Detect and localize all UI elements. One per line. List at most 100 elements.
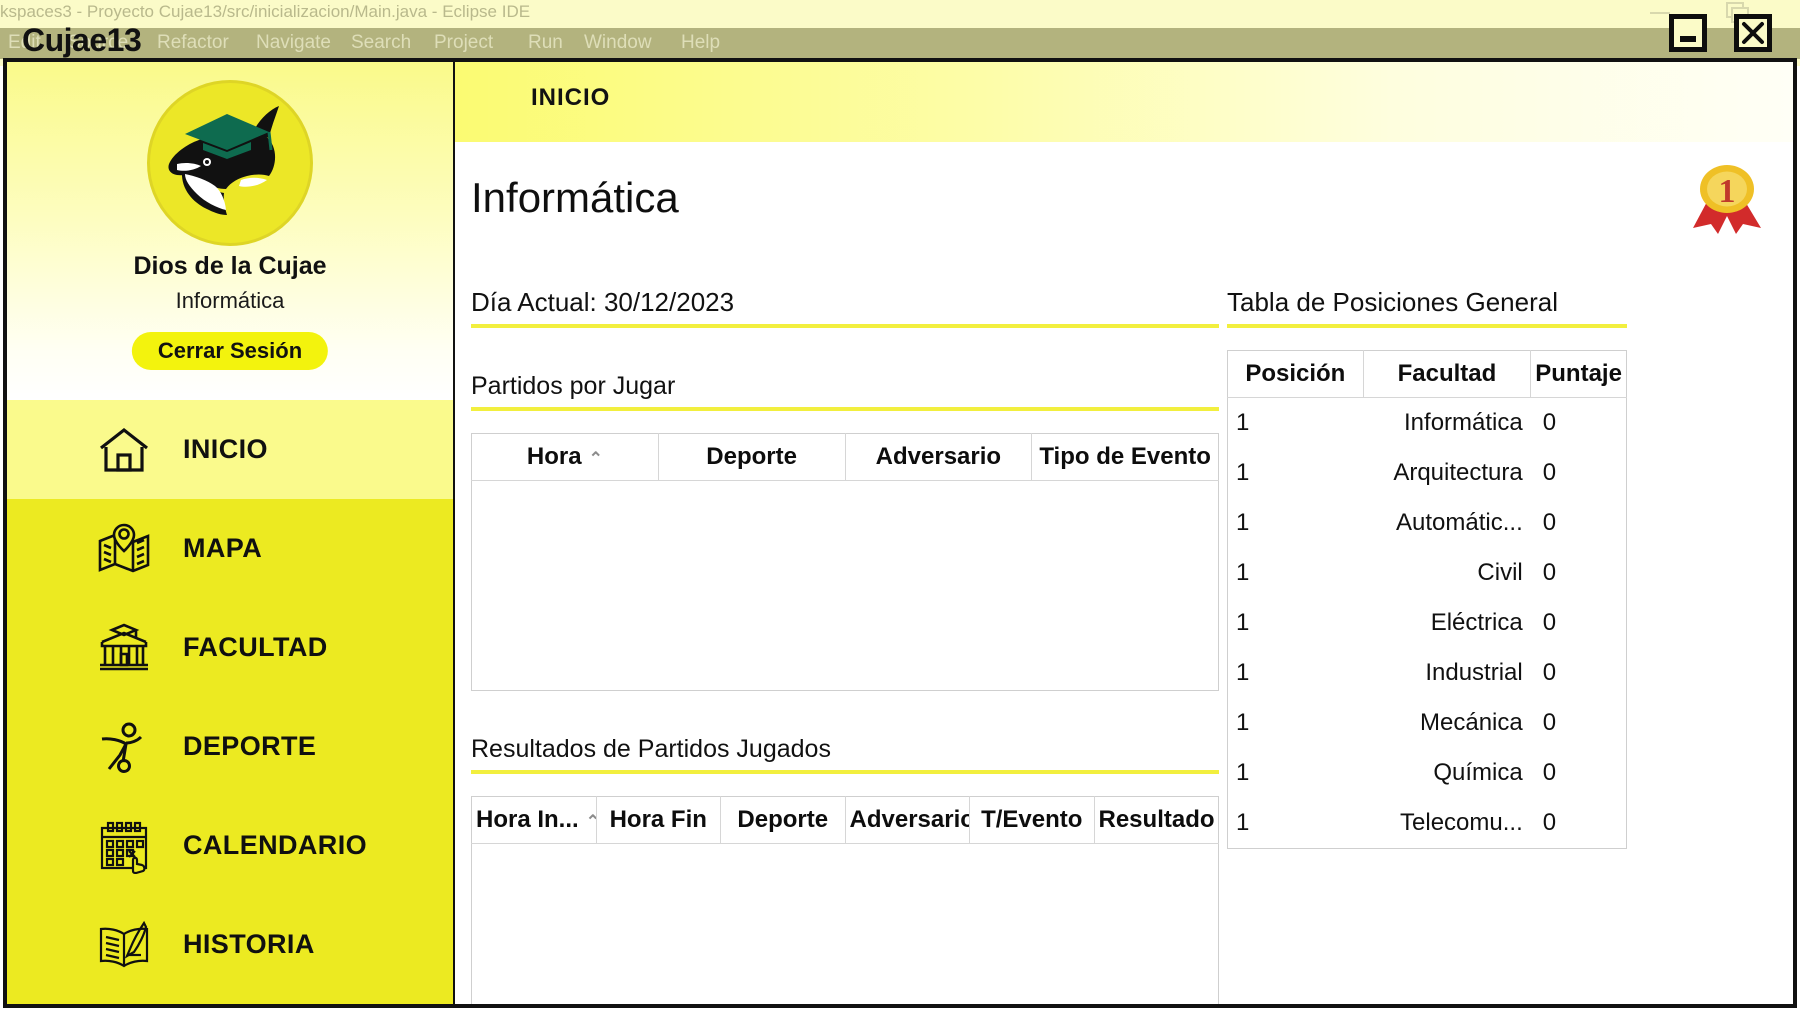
- first-place-medal-icon: 1: [1685, 162, 1769, 234]
- cell-facultad: Civil: [1477, 559, 1523, 586]
- pending-matches-empty-body[interactable]: [471, 481, 1219, 691]
- cell-posicion: 1: [1236, 509, 1250, 536]
- sidebar-item-deporte[interactable]: DEPORTE: [7, 697, 453, 796]
- sidebar-item-label: FACULTAD: [183, 632, 328, 662]
- sport-icon: [93, 716, 155, 778]
- cell-facultad: Eléctrica: [1430, 609, 1523, 636]
- cell-posicion: 1: [1236, 559, 1250, 586]
- building-icon: [93, 617, 155, 679]
- cell-facultad: Informática: [1404, 409, 1523, 436]
- cell-puntaje: 0: [1542, 609, 1557, 636]
- cell-puntaje: 0: [1542, 459, 1557, 486]
- cell-posicion: 1: [1236, 609, 1250, 636]
- logout-button[interactable]: Cerrar Sesión: [131, 332, 329, 370]
- cell-posicion: 1: [1236, 809, 1250, 836]
- cell-puntaje: 0: [1542, 759, 1557, 786]
- cell-facultad: Industrial: [1425, 659, 1523, 686]
- current-day-label: Día Actual: 30/12/2023: [471, 287, 735, 317]
- cell-posicion: 1: [1236, 759, 1250, 786]
- table-row[interactable]: 1 Civil 0: [1228, 548, 1627, 598]
- right-column: Tabla de Posiciones General Posición Fac…: [1227, 287, 1627, 849]
- cell-posicion: 1: [1236, 459, 1250, 486]
- sidebar-item-inicio[interactable]: INICIO: [7, 400, 453, 499]
- col-header-hora-fin[interactable]: Hora Fin: [596, 796, 721, 844]
- cell-puntaje: 0: [1542, 809, 1557, 836]
- sort-ascending-icon: ⌃: [588, 449, 603, 468]
- table-row[interactable]: 1 Química 0: [1228, 748, 1627, 798]
- cell-facultad: Química: [1433, 759, 1523, 786]
- col-header-tipo-evento[interactable]: Tipo de Evento: [1031, 433, 1219, 481]
- book-icon: [93, 914, 155, 976]
- col-header-posicion[interactable]: Posición: [1227, 350, 1364, 398]
- col-header-adversario[interactable]: Adversario: [845, 796, 970, 844]
- standings-section-title: Tabla de Posiciones General: [1227, 287, 1558, 317]
- col-header-tipo-evento[interactable]: T/Evento: [969, 796, 1095, 844]
- standings-table[interactable]: Posición Facultad Puntaje 1 Informática 0 1…: [1227, 350, 1627, 849]
- cell-facultad: Arquitectura: [1393, 459, 1523, 486]
- pending-section-title: Partidos por Jugar: [471, 372, 676, 400]
- col-header-hora[interactable]: Hora ⌃: [471, 433, 659, 481]
- left-column: Día Actual: 30/12/2023 Partidos por Juga…: [471, 287, 1219, 1004]
- profile-name: Dios de la Cujae: [133, 252, 327, 280]
- col-header-puntaje[interactable]: Puntaje: [1530, 350, 1627, 398]
- cell-facultad: Telecomu...: [1400, 809, 1523, 836]
- sidebar-item-label: INICIO: [183, 434, 268, 464]
- table-header-row: Hora In...⌃ Hora Fin Deporte Adversario …: [471, 796, 1219, 844]
- sidebar: Dios de la Cujae Informática Cerrar Sesi…: [7, 62, 453, 1004]
- table-row[interactable]: 1 Telecomu... 0: [1228, 798, 1627, 849]
- table-header-row: Hora ⌃ Deporte Adversario Tipo de Evento: [471, 433, 1219, 481]
- sidebar-item-historia[interactable]: HISTORIA: [7, 895, 453, 994]
- minimize-icon: [1680, 35, 1696, 42]
- col-header-adversario[interactable]: Adversario: [845, 433, 1033, 481]
- table-row[interactable]: 1 Industrial 0: [1228, 648, 1627, 698]
- col-header-resultado[interactable]: Resultado: [1094, 796, 1219, 844]
- col-header-hora-inicio[interactable]: Hora In...⌃: [471, 796, 597, 844]
- orca-graduate-logo-icon: [168, 106, 279, 215]
- pending-matches-table[interactable]: Hora ⌃ Deporte Adversario Tipo de Evento: [471, 433, 1219, 481]
- results-section-title: Resultados de Partidos Jugados: [471, 735, 831, 763]
- orca-graduate-logo: [147, 80, 313, 246]
- calendar-icon: [93, 815, 155, 877]
- cell-puntaje: 0: [1542, 509, 1557, 536]
- played-results-empty-body[interactable]: [471, 844, 1219, 1004]
- sidebar-item-calendario[interactable]: CALENDARIO: [7, 796, 453, 895]
- table-row[interactable]: 1 Informática 0: [1228, 398, 1627, 449]
- cell-puntaje: 0: [1542, 709, 1557, 736]
- app-titlebar: Cujae13: [0, 0, 1800, 58]
- minimize-button[interactable]: [1669, 14, 1707, 52]
- cell-puntaje: 0: [1542, 409, 1557, 436]
- app-title: Cujae13: [22, 22, 142, 58]
- sidebar-item-label: CALENDARIO: [183, 830, 367, 860]
- cell-facultad: Mecánica: [1420, 709, 1523, 736]
- table-row[interactable]: 1 Mecánica 0: [1228, 698, 1627, 748]
- sidebar-item-mapa[interactable]: MAPA: [7, 499, 453, 598]
- close-button[interactable]: [1734, 14, 1772, 52]
- col-header-deporte[interactable]: Deporte: [658, 433, 846, 481]
- col-header-facultad[interactable]: Facultad: [1363, 350, 1532, 398]
- content-header: INICIO: [455, 62, 1793, 142]
- profile-faculty: Informática: [175, 288, 285, 313]
- cell-facultad: Automátic...: [1396, 509, 1523, 536]
- map-icon: [93, 518, 155, 580]
- cell-posicion: 1: [1236, 709, 1250, 736]
- sidebar-item-facultad[interactable]: FACULTAD: [7, 598, 453, 697]
- sidebar-profile: Dios de la Cujae Informática Cerrar Sesi…: [7, 62, 453, 400]
- page-title: Informática: [471, 174, 679, 221]
- sidebar-nav: INICIO MAPA FACULTAD DEPORTE CALENDARIO …: [7, 400, 453, 994]
- close-icon: [1742, 22, 1764, 44]
- col-header-deporte[interactable]: Deporte: [720, 796, 846, 844]
- table-row[interactable]: 1 Arquitectura 0: [1228, 448, 1627, 498]
- sidebar-item-label: MAPA: [183, 533, 263, 563]
- sidebar-item-label: HISTORIA: [183, 929, 315, 959]
- svg-text:1: 1: [1719, 173, 1736, 210]
- content-area: INICIO Informática 1 Día Actual: 30/12/2…: [453, 62, 1793, 1004]
- app-frame: Dios de la Cujae Informática Cerrar Sesi…: [3, 58, 1797, 1008]
- cell-puntaje: 0: [1542, 559, 1557, 586]
- table-row[interactable]: 1 Automátic... 0: [1228, 498, 1627, 548]
- cell-posicion: 1: [1236, 409, 1250, 436]
- cell-puntaje: 0: [1542, 659, 1557, 686]
- cell-posicion: 1: [1236, 659, 1250, 686]
- played-results-table[interactable]: Hora In...⌃ Hora Fin Deporte Adversario …: [471, 796, 1219, 844]
- table-row[interactable]: 1 Eléctrica 0: [1228, 598, 1627, 648]
- cujae13-app-window: Cujae13 Dios de la Cujae Informática Cer…: [0, 0, 1800, 1012]
